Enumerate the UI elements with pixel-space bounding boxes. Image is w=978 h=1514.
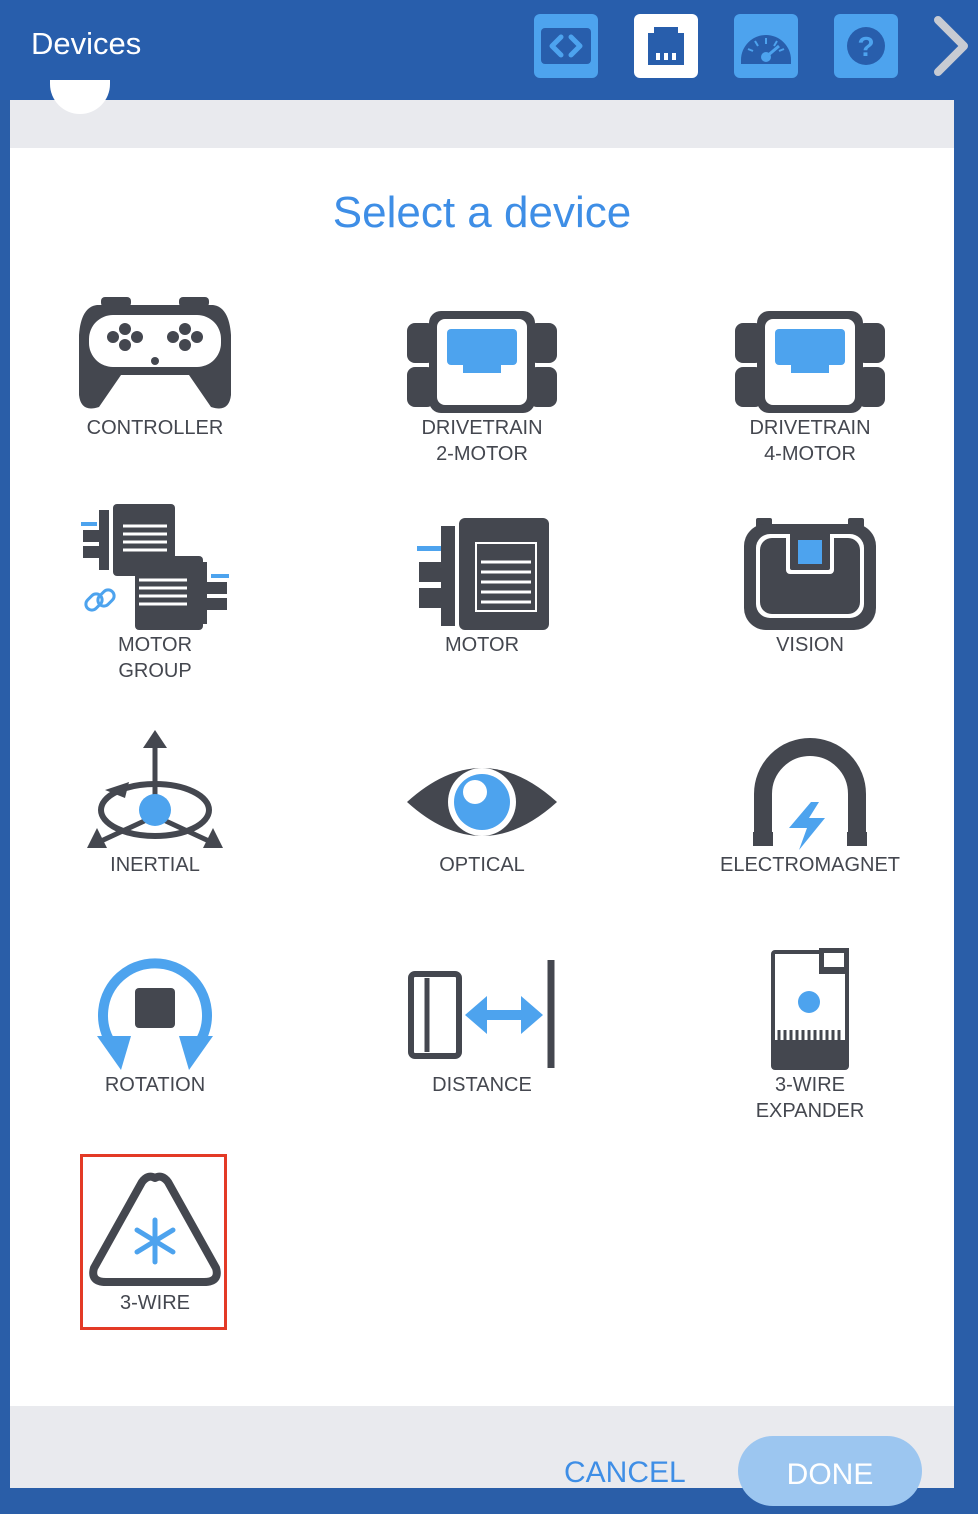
device-sublabel: GROUP (118, 660, 192, 682)
device-sublabel: 2-MOTOR (436, 443, 528, 465)
device-drivetrain-4-motor[interactable]: DRIVETRAIN 4-MOTOR (710, 283, 910, 467)
question-icon: ? (847, 27, 885, 65)
page-title: Devices (31, 26, 142, 61)
device-vision[interactable]: VISION (710, 500, 910, 658)
svg-text:?: ? (857, 31, 874, 62)
drivetrain-4-motor-icon (735, 311, 885, 413)
device-sublabel: 4-MOTOR (764, 443, 856, 465)
device-label: DRIVETRAIN (421, 417, 543, 439)
dialog-title: Select a device (332, 188, 632, 237)
device-inertial[interactable]: INERTIAL (55, 720, 255, 878)
device-3-wire[interactable]: 3-WIRE (55, 1158, 255, 1316)
cancel-button[interactable]: CANCEL (564, 1456, 686, 1490)
device-label: VISION (776, 634, 844, 656)
drivetrain-2-motor-icon (407, 311, 557, 413)
device-label: CONTROLLER (86, 417, 224, 439)
dialog-top-band (10, 100, 954, 148)
device-label: DRIVETRAIN (749, 417, 871, 439)
device-label: ELECTROMAGNET (719, 854, 901, 876)
motor-group-icon (81, 504, 229, 630)
device-label: ROTATION (104, 1074, 206, 1096)
device-3-wire-expander[interactable]: 3-WIRE EXPANDER (710, 940, 910, 1124)
device-optical[interactable]: OPTICAL (382, 720, 582, 878)
device-label: 3-WIRE (775, 1074, 845, 1096)
device-motor[interactable]: MOTOR (382, 500, 582, 658)
devices-button[interactable] (634, 14, 698, 78)
device-controller[interactable]: CONTROLLER (55, 283, 255, 441)
distance-sensor-icon (408, 960, 555, 1068)
motor-icon (417, 518, 549, 630)
device-label: MOTOR (444, 634, 520, 656)
dialog-footer: CANCEL DONE (10, 1406, 954, 1506)
code-icon (541, 28, 591, 64)
three-wire-expander-icon (771, 948, 849, 1070)
background-strip (954, 100, 978, 1488)
inertial-sensor-icon (87, 730, 223, 848)
device-sublabel: EXPANDER (755, 1100, 865, 1122)
device-label: MOTOR (117, 634, 193, 656)
device-label: 3-WIRE (120, 1292, 190, 1314)
device-rotation[interactable]: ROTATION (55, 940, 255, 1098)
controller-icon (79, 297, 231, 409)
device-electromagnet[interactable]: ELECTROMAGNET (710, 720, 910, 878)
electromagnet-icon (753, 738, 867, 850)
background-strip (0, 100, 10, 1488)
top-bar: Devices ? (0, 0, 978, 100)
device-motor-group[interactable]: MOTOR GROUP (55, 500, 255, 684)
device-picker-dialog: Select a device CONTROLLER DRIVETRAIN 2-… (10, 148, 954, 1406)
device-distance[interactable]: DISTANCE (382, 940, 582, 1098)
device-label: OPTICAL (439, 854, 525, 876)
rotation-sensor-icon (97, 958, 213, 1070)
device-drivetrain-2-motor[interactable]: DRIVETRAIN 2-MOTOR (382, 283, 582, 467)
gauge-icon (741, 35, 791, 64)
vision-sensor-icon (744, 518, 876, 630)
device-label: DISTANCE (432, 1074, 532, 1096)
chevron-right-icon[interactable] (928, 14, 976, 78)
three-wire-icon (89, 1172, 221, 1286)
port-icon (648, 27, 684, 65)
dashboard-button[interactable] (734, 14, 798, 78)
optical-eye-icon (407, 768, 557, 836)
code-view-button[interactable] (534, 14, 598, 78)
done-button[interactable]: DONE (738, 1436, 922, 1506)
device-label: INERTIAL (110, 854, 200, 876)
help-button[interactable]: ? (834, 14, 898, 78)
